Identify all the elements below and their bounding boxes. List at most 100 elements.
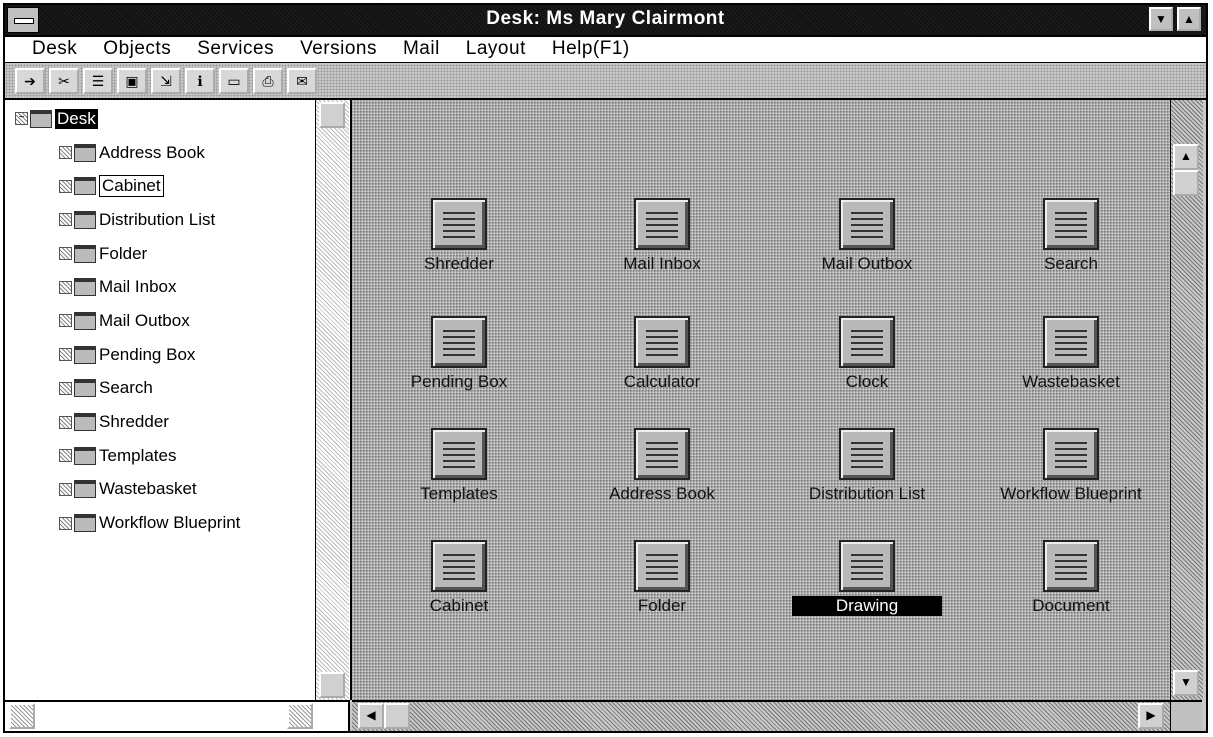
scroll-right-arrow-icon[interactable]: ▶: [1138, 703, 1164, 729]
pending-box-icon: [74, 345, 96, 364]
desk-vertical-scrollbar[interactable]: ▲ ▼: [1170, 100, 1203, 700]
expand-icon[interactable]: [59, 280, 72, 294]
templates-icon: [74, 446, 96, 465]
mail-inbox-icon: [634, 198, 690, 250]
mail-icon[interactable]: ✉: [287, 68, 317, 94]
title-bar[interactable]: Desk: Ms Mary Clairmont ▼ ▲: [5, 5, 1206, 37]
scroll-thumb[interactable]: [319, 102, 345, 128]
scroll-thumb[interactable]: [319, 672, 345, 698]
window-title: Desk: Ms Mary Clairmont: [486, 8, 725, 29]
scroll-thumb[interactable]: [1173, 170, 1199, 196]
expand-icon[interactable]: [59, 179, 72, 193]
desk-horizontal-scrollbar[interactable]: ◀ ▶: [352, 700, 1170, 731]
scroll-thumb[interactable]: [384, 703, 410, 729]
collapse-icon[interactable]: −: [15, 112, 28, 126]
desk-icon-folder[interactable]: Folder: [587, 540, 737, 616]
expand-icon[interactable]: [59, 213, 72, 227]
tools-icon[interactable]: ✂: [49, 68, 79, 94]
menu-help[interactable]: Help(F1): [539, 37, 643, 62]
desk-icon-document[interactable]: Document: [996, 540, 1146, 616]
drawing-icon: [839, 540, 895, 592]
menu-mail[interactable]: Mail: [390, 37, 453, 62]
tree-item-wastebasket[interactable]: Wastebasket: [59, 473, 315, 507]
tree-item-search[interactable]: Search: [59, 372, 315, 406]
tree-item-workflow-blueprint[interactable]: Workflow Blueprint: [59, 506, 315, 540]
desk-icon-mail-outbox[interactable]: Mail Outbox: [792, 198, 942, 274]
move-icon[interactable]: ⇲: [151, 68, 181, 94]
minimize-button[interactable]: ▼: [1149, 7, 1173, 31]
pending-box-icon: [431, 316, 487, 368]
list-icon[interactable]: ☰: [83, 68, 113, 94]
tree-item-cabinet[interactable]: Cabinet: [59, 169, 315, 203]
desk-icon-drawing[interactable]: Drawing: [792, 540, 942, 616]
expand-icon[interactable]: [59, 247, 72, 261]
desk-icon-cabinet[interactable]: Cabinet: [384, 540, 534, 616]
print-icon[interactable]: ⎙: [253, 68, 283, 94]
tree-item-mail-inbox[interactable]: Mail Inbox: [59, 270, 315, 304]
tree-item-shredder[interactable]: Shredder: [59, 405, 315, 439]
desk-icon-workflow-blueprint[interactable]: Workflow Blueprint: [996, 428, 1146, 504]
window-icon[interactable]: ▭: [219, 68, 249, 94]
scroll-down-arrow-icon[interactable]: ▼: [1173, 670, 1199, 696]
tree-item-desk[interactable]: − Desk: [15, 102, 315, 136]
desk-icon-search[interactable]: Search: [996, 198, 1146, 274]
mail-inbox-icon: [74, 278, 96, 297]
menu-objects[interactable]: Objects: [90, 37, 184, 62]
exit-icon[interactable]: ➔: [15, 68, 45, 94]
expand-icon[interactable]: [59, 146, 72, 160]
tree-item-templates[interactable]: Templates: [59, 439, 315, 473]
expand-icon[interactable]: [59, 516, 72, 530]
desk-icon-clock[interactable]: Clock: [792, 316, 942, 392]
document-icon: [1043, 540, 1099, 592]
shredder-icon: [431, 198, 487, 250]
tree-item-address-book[interactable]: Address Book: [59, 136, 315, 170]
expand-icon[interactable]: [59, 415, 72, 429]
menu-versions[interactable]: Versions: [287, 37, 390, 62]
object-tree-pane: − Desk Address Book Cabinet Distribution…: [5, 100, 352, 700]
app-window: Desk: Ms Mary Clairmont ▼ ▲ Desk Objects…: [3, 3, 1208, 733]
tree-item-distribution-list[interactable]: Distribution List: [59, 203, 315, 237]
expand-icon[interactable]: [59, 449, 72, 463]
desk-icon-shredder[interactable]: Shredder: [384, 198, 534, 274]
menu-bar: Desk Objects Services Versions Mail Layo…: [5, 37, 1206, 63]
desk-icon-address-book[interactable]: Address Book: [587, 428, 737, 504]
expand-icon[interactable]: [59, 482, 72, 496]
desk-icon-calculator[interactable]: Calculator: [587, 316, 737, 392]
shredder-icon: [74, 413, 96, 432]
desk-icon-templates[interactable]: Templates: [384, 428, 534, 504]
distribution-list-icon: [839, 428, 895, 480]
tree-horizontal-scrollbar[interactable]: [5, 700, 350, 731]
expand-icon[interactable]: [59, 314, 72, 328]
info-icon[interactable]: ℹ: [185, 68, 215, 94]
tree-vertical-scrollbar[interactable]: [315, 100, 349, 700]
tree-item-folder[interactable]: Folder: [59, 237, 315, 271]
menu-desk[interactable]: Desk: [19, 37, 90, 62]
desk-icon-wastebasket[interactable]: Wastebasket: [996, 316, 1146, 392]
mail-outbox-icon: [74, 311, 96, 330]
cabinet-icon: [431, 540, 487, 592]
menu-services[interactable]: Services: [184, 37, 287, 62]
calculator-icon: [634, 316, 690, 368]
tree-item-mail-outbox[interactable]: Mail Outbox: [59, 304, 315, 338]
desk-icon-distribution-list[interactable]: Distribution List: [792, 428, 942, 504]
mail-outbox-icon: [839, 198, 895, 250]
desk-icon-mail-inbox[interactable]: Mail Inbox: [587, 198, 737, 274]
folder-icon: [634, 540, 690, 592]
desk-icon: [30, 109, 52, 128]
expand-icon[interactable]: [59, 348, 72, 362]
scroll-up-arrow-icon[interactable]: ▲: [1173, 144, 1199, 170]
open-icon[interactable]: ▣: [117, 68, 147, 94]
expand-icon[interactable]: [59, 381, 72, 395]
maximize-button[interactable]: ▲: [1177, 7, 1201, 31]
toolbar: ➔ ✂ ☰ ▣ ⇲ ℹ ▭ ⎙ ✉: [5, 64, 1206, 100]
scroll-thumb[interactable]: [9, 703, 35, 729]
scroll-left-arrow-icon[interactable]: ◀: [358, 703, 384, 729]
menu-layout[interactable]: Layout: [453, 37, 539, 62]
desk-icon-pending-box[interactable]: Pending Box: [384, 316, 534, 392]
address-book-icon: [634, 428, 690, 480]
tree-item-pending-box[interactable]: Pending Box: [59, 338, 315, 372]
cabinet-icon: [74, 177, 96, 196]
scroll-thumb[interactable]: [287, 703, 313, 729]
distribution-list-icon: [74, 210, 96, 229]
wastebasket-icon: [74, 480, 96, 499]
